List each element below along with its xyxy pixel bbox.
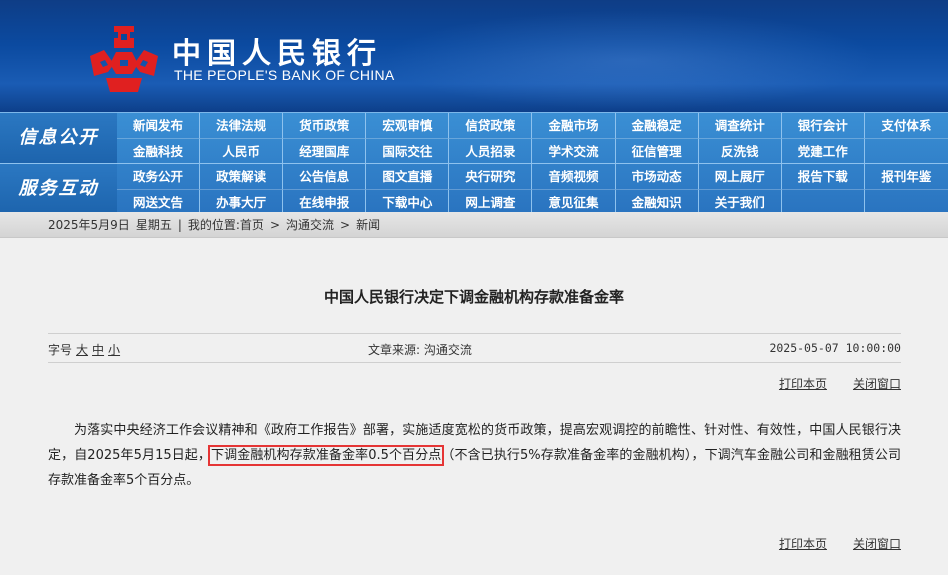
breadcrumb-arrow: > xyxy=(340,218,351,232)
nav-item[interactable]: 反洗钱 xyxy=(698,138,782,163)
nav-item[interactable]: 人员招录 xyxy=(449,138,533,163)
article-body: 为落实中央经济工作会议精神和《政府工作报告》部署，实施适度宽松的货币政策，提高宏… xyxy=(48,418,901,493)
current-date: 2025年5月9日 xyxy=(48,218,130,232)
print-page-link[interactable]: 打印本页 xyxy=(779,537,827,551)
nav-section-title: 服务互动 xyxy=(0,164,117,214)
article-tools-top: 打印本页 关闭窗口 xyxy=(753,375,901,392)
breadcrumb-communication-link[interactable]: 沟通交流 xyxy=(286,218,334,232)
nav-item[interactable]: 报刊年鉴 xyxy=(865,164,948,189)
nav-item[interactable]: 图文直播 xyxy=(366,164,450,189)
nav-item-empty xyxy=(864,189,948,214)
nav-item[interactable]: 银行会计 xyxy=(782,113,865,138)
nav-item[interactable]: 法律法规 xyxy=(200,113,284,138)
nav-grid: 新闻发布 法律法规 货币政策 宏观审慎 信贷政策 金融市场 金融稳定 调查统计 … xyxy=(117,113,948,163)
site-title-cn: 中国人民银行 xyxy=(172,36,383,70)
nav-item-empty xyxy=(864,138,948,163)
nav-row: 新闻发布 法律法规 货币政策 宏观审慎 信贷政策 金融市场 金融稳定 调查统计 … xyxy=(117,113,948,138)
nav-item[interactable]: 央行研究 xyxy=(449,164,533,189)
nav-item[interactable]: 调查统计 xyxy=(699,113,782,138)
nav-item[interactable]: 网上调查 xyxy=(449,189,533,214)
nav-item[interactable]: 办事大厅 xyxy=(200,189,284,214)
nav-section-info: 信息公开 新闻发布 法律法规 货币政策 宏观审慎 信贷政策 金融市场 金融稳定 … xyxy=(0,113,948,163)
breadcrumb-arrow: > xyxy=(269,218,280,232)
font-size-label: 字号 xyxy=(48,343,73,357)
breadcrumb: 2025年5月9日 星期五 | 我的位置:首页 > 沟通交流 > 新闻 xyxy=(48,212,386,238)
body-text-highlight: 下调金融机构存款准备金率0.5个百分点 xyxy=(208,445,445,466)
nav-item[interactable]: 新闻发布 xyxy=(117,113,201,138)
nav-item[interactable]: 音频视频 xyxy=(532,164,616,189)
pboc-coin-logo-icon[interactable] xyxy=(88,26,160,94)
nav-item[interactable]: 政策解读 xyxy=(200,164,284,189)
nav-item[interactable]: 学术交流 xyxy=(532,138,616,163)
nav-item[interactable]: 金融市场 xyxy=(532,113,616,138)
breadcrumb-bar: 2025年5月9日 星期五 | 我的位置:首页 > 沟通交流 > 新闻 xyxy=(0,212,948,238)
article-title: 中国人民银行决定下调金融机构存款准备金率 xyxy=(323,288,624,306)
nav-item[interactable]: 征信管理 xyxy=(615,138,699,163)
current-weekday: 星期五 xyxy=(135,218,172,232)
nav-item[interactable]: 报告下载 xyxy=(782,164,865,189)
close-window-link[interactable]: 关闭窗口 xyxy=(853,537,901,551)
breadcrumb-separator: | xyxy=(177,218,182,232)
nav-item[interactable]: 金融科技 xyxy=(117,138,201,163)
nav-row: 政务公开 政策解读 公告信息 图文直播 央行研究 音频视频 市场动态 网上展厅 … xyxy=(117,164,948,189)
font-size-small-link[interactable]: 小 xyxy=(108,343,120,357)
nav-item[interactable]: 宏观审慎 xyxy=(366,113,450,138)
main-navigation: 信息公开 新闻发布 法律法规 货币政策 宏观审慎 信贷政策 金融市场 金融稳定 … xyxy=(0,112,948,214)
nav-item[interactable]: 意见征集 xyxy=(532,189,616,214)
nav-row: 网送文告 办事大厅 在线申报 下载中心 网上调查 意见征集 金融知识 关于我们 xyxy=(117,189,948,214)
site-header: 中国人民银行 THE PEOPLE'S BANK OF CHINA xyxy=(0,0,948,112)
nav-row: 金融科技 人民币 经理国库 国际交往 人员招录 学术交流 征信管理 反洗钱 党建… xyxy=(117,138,948,163)
nav-item[interactable]: 网送文告 xyxy=(117,189,201,214)
article-tools-bottom: 打印本页 关闭窗口 xyxy=(753,535,901,552)
font-size-controls: 字号大中小 xyxy=(48,341,120,358)
nav-item[interactable]: 支付体系 xyxy=(865,113,948,138)
article-date: 2025-05-07 10:00:00 xyxy=(769,341,901,355)
nav-item[interactable]: 金融知识 xyxy=(615,189,699,214)
print-page-link[interactable]: 打印本页 xyxy=(779,377,827,391)
nav-item[interactable]: 网上展厅 xyxy=(699,164,782,189)
nav-item[interactable]: 金融稳定 xyxy=(616,113,699,138)
nav-item[interactable]: 党建工作 xyxy=(781,138,865,163)
header-glow xyxy=(380,10,880,110)
breadcrumb-label: 我的位置: xyxy=(187,218,240,232)
nav-section-service: 服务互动 政务公开 政策解读 公告信息 图文直播 央行研究 音频视频 市场动态 … xyxy=(0,163,948,214)
nav-grid: 政务公开 政策解读 公告信息 图文直播 央行研究 音频视频 市场动态 网上展厅 … xyxy=(117,164,948,214)
article-meta: 字号大中小 文章来源: 沟通交流 2025-05-07 10:00:00 xyxy=(48,333,901,363)
nav-item[interactable]: 国际交往 xyxy=(366,138,450,163)
nav-item[interactable]: 关于我们 xyxy=(698,189,782,214)
close-window-link[interactable]: 关闭窗口 xyxy=(853,377,901,391)
nav-item[interactable]: 人民币 xyxy=(200,138,284,163)
nav-item[interactable]: 信贷政策 xyxy=(449,113,533,138)
site-title-en: THE PEOPLE'S BANK OF CHINA xyxy=(174,67,395,83)
nav-item[interactable]: 市场动态 xyxy=(616,164,699,189)
nav-item[interactable]: 下载中心 xyxy=(366,189,450,214)
article-source: 文章来源: 沟通交流 xyxy=(368,343,472,357)
font-size-large-link[interactable]: 大 xyxy=(76,343,88,357)
nav-item[interactable]: 经理国库 xyxy=(283,138,367,163)
nav-item[interactable]: 公告信息 xyxy=(283,164,367,189)
nav-item[interactable]: 政务公开 xyxy=(117,164,201,189)
nav-section-title: 信息公开 xyxy=(0,113,117,163)
nav-item[interactable]: 货币政策 xyxy=(283,113,367,138)
nav-item[interactable]: 在线申报 xyxy=(283,189,367,214)
font-size-medium-link[interactable]: 中 xyxy=(92,343,104,357)
breadcrumb-home-link[interactable]: 首页 xyxy=(240,218,264,232)
breadcrumb-news-link[interactable]: 新闻 xyxy=(356,218,380,232)
nav-item-empty xyxy=(781,189,865,214)
